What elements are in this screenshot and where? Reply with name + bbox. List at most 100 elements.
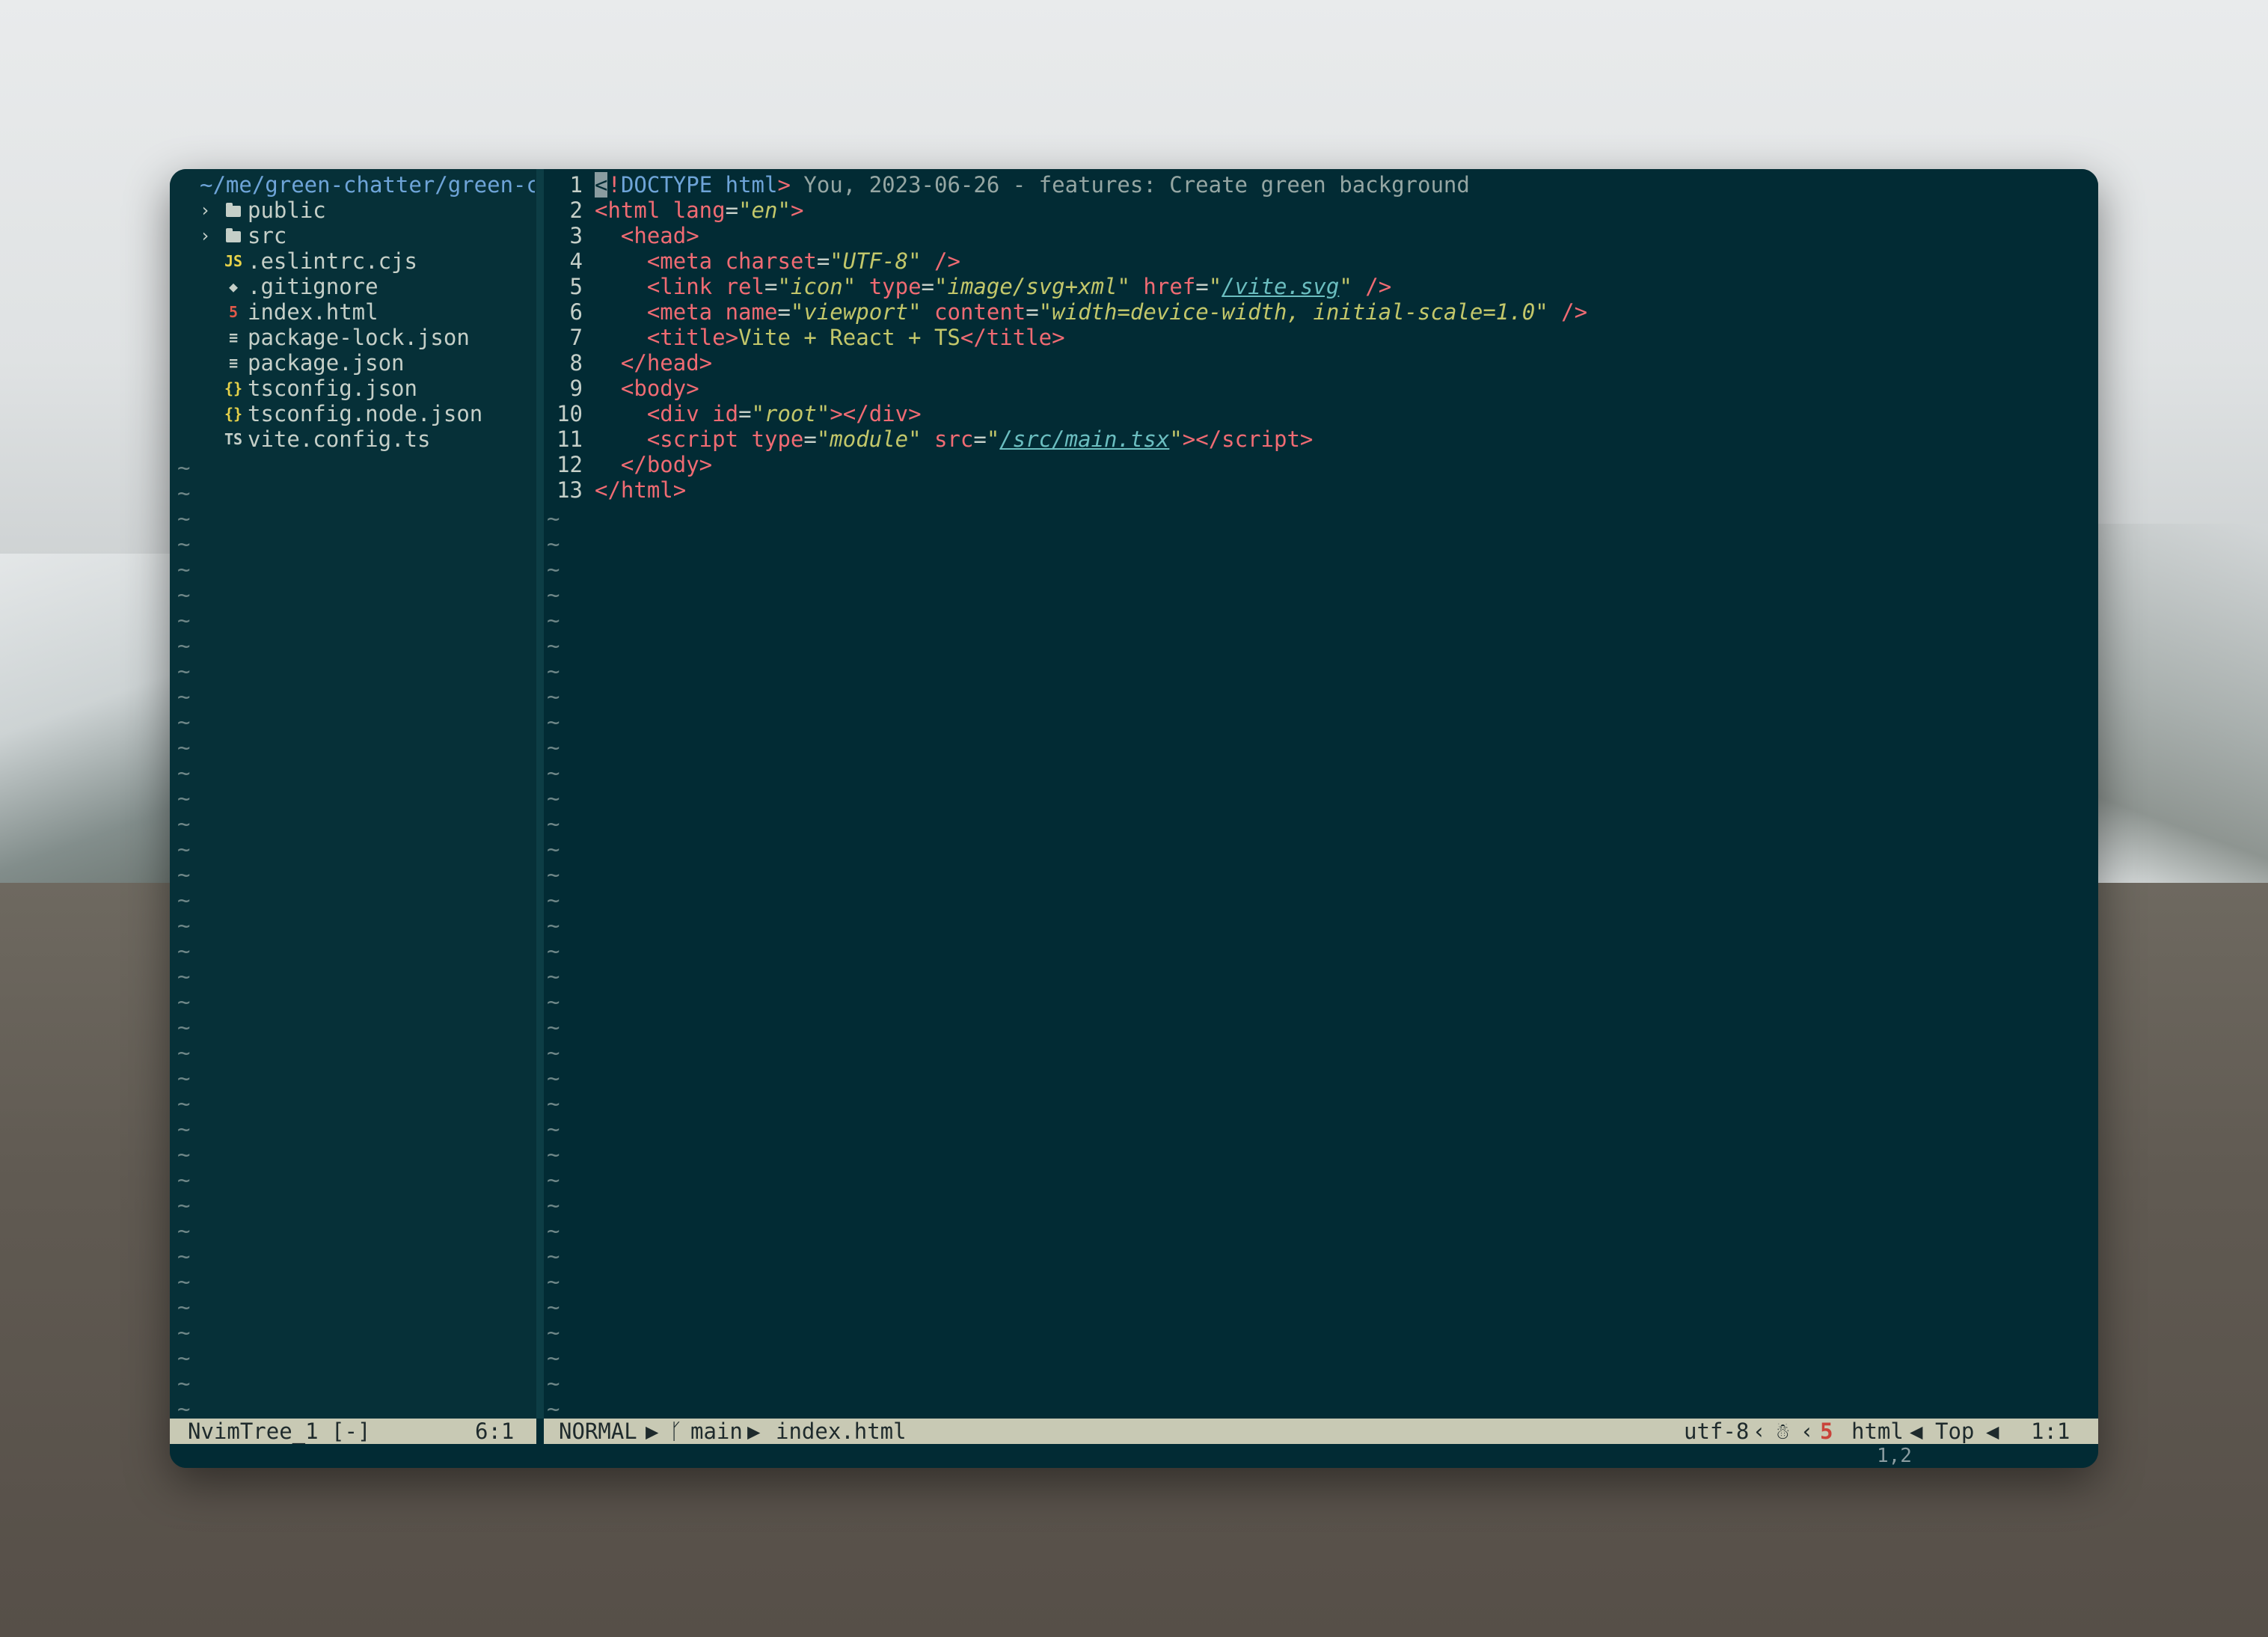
empty-line-marker: ~ — [547, 887, 560, 913]
line-number: 7 — [569, 325, 583, 350]
empty-line-marker: ~ — [177, 582, 191, 608]
empty-line-marker: ~ — [177, 455, 191, 480]
status-divider — [536, 1419, 544, 1444]
code-line-11[interactable]: <script type="module" src="/src/main.tsx… — [595, 426, 1314, 452]
empty-line-marker: ~ — [547, 506, 560, 531]
empty-line-marker: ~ — [177, 608, 191, 633]
chevron-right-icon: › — [200, 200, 211, 221]
code-line-1[interactable]: <!DOCTYPE html> You, 2023-06-26 - featur… — [595, 172, 1470, 198]
empty-line-marker: ~ — [177, 480, 191, 506]
command-line[interactable]: 1,2 — [170, 1444, 2098, 1468]
folder-icon — [222, 198, 245, 223]
empty-line-marker: ~ — [177, 1294, 191, 1320]
code-line-3[interactable]: <head> — [595, 223, 699, 248]
empty-line-marker: ~ — [547, 1116, 560, 1142]
empty-line-marker: ~ — [177, 557, 191, 582]
empty-line-marker: ~ — [177, 862, 191, 887]
json-file-icon: {} — [224, 379, 243, 397]
empty-line-marker: ~ — [177, 1142, 191, 1167]
line-number: 8 — [569, 350, 583, 376]
empty-line-marker: ~ — [177, 1167, 191, 1193]
chevron-right-icon: ▶ — [646, 1419, 659, 1444]
empty-line-marker: ~ — [547, 735, 560, 760]
file-tree-pane: ~/me/green-chatter/green-cha › public › … — [170, 169, 536, 1422]
code-line-10[interactable]: <div id="root"></div> — [595, 401, 922, 426]
line-number: 9 — [569, 376, 583, 401]
empty-line-marker: ~ — [547, 582, 560, 608]
empty-line-marker: ~ — [177, 1116, 191, 1142]
empty-line-marker: ~ — [547, 1167, 560, 1193]
empty-line-marker: ~ — [177, 1396, 191, 1422]
tree-root-path[interactable]: ~/me/green-chatter/green-cha — [200, 172, 535, 198]
empty-line-marker: ~ — [547, 1294, 560, 1320]
html5-icon: 5 — [1820, 1419, 1833, 1444]
tree-buffer-name: NvimTree_1 [-] — [188, 1419, 371, 1444]
empty-line-marker: ~ — [547, 964, 560, 989]
empty-line-marker: ~ — [177, 506, 191, 531]
empty-line-marker: ~ — [177, 938, 191, 964]
chevron-left-icon: ‹ — [1800, 1419, 1814, 1444]
line-number: 13 — [557, 477, 583, 503]
git-blame-annotation: You, 2023-06-26 - features: Create green… — [803, 172, 1470, 198]
empty-line-marker: ~ — [547, 658, 560, 684]
ruler: 1,2 — [1877, 1445, 1912, 1467]
code-line-8[interactable]: </head> — [595, 350, 712, 376]
code-line-12[interactable]: </body> — [595, 452, 712, 477]
html5-file-icon: 5 — [228, 303, 239, 321]
empty-line-marker: ~ — [547, 709, 560, 735]
folder-icon — [222, 223, 245, 248]
line-number: 11 — [557, 426, 583, 452]
line-number: 4 — [569, 248, 583, 274]
code-line-9[interactable]: <body> — [595, 376, 699, 401]
file-name: index.html — [776, 1419, 907, 1444]
code-line-2[interactable]: <html lang="en"> — [595, 198, 803, 223]
npm-file-icon: ≡ — [228, 354, 239, 372]
file-encoding: utf-8 — [1684, 1419, 1750, 1444]
line-number: 5 — [569, 274, 583, 299]
empty-line-marker: ~ — [177, 1091, 191, 1116]
line-number: 10 — [557, 401, 583, 426]
empty-line-marker: ~ — [547, 786, 560, 811]
empty-line-marker: ~ — [177, 633, 191, 658]
empty-line-marker: ~ — [177, 1320, 191, 1345]
empty-line-marker: ~ — [547, 1040, 560, 1065]
chevron-left-icon: ◀ — [1986, 1419, 1999, 1444]
empty-line-marker: ~ — [177, 1345, 191, 1371]
line-number: 6 — [569, 299, 583, 325]
editor-pane[interactable]: 1 2 3 4 5 6 7 8 9 10 11 12 13 <!DOCTYPE html> You, 2… — [544, 169, 2098, 1422]
empty-line-marker: ~ — [177, 1040, 191, 1065]
file-type: html — [1851, 1419, 1904, 1444]
empty-line-marker: ~ — [547, 1091, 560, 1116]
empty-line-marker: ~ — [177, 964, 191, 989]
empty-line-marker: ~ — [177, 786, 191, 811]
window-split-divider[interactable] — [536, 169, 544, 1419]
empty-line-marker: ~ — [547, 811, 560, 836]
line-number: 12 — [557, 452, 583, 477]
code-line-7[interactable]: <title>Vite + React + TS</title> — [595, 325, 1065, 350]
empty-line-marker: ~ — [177, 1065, 191, 1091]
line-number: 2 — [569, 198, 583, 223]
empty-line-marker: ~ — [177, 760, 191, 786]
empty-line-marker: ~ — [547, 684, 560, 709]
code-line-5[interactable]: <link rel="icon" type="image/svg+xml" hr… — [595, 274, 1391, 299]
empty-line-marker: ~ — [177, 989, 191, 1015]
empty-line-marker: ~ — [177, 684, 191, 709]
line-number: 1 — [569, 172, 583, 198]
linux-penguin-icon: ☃ — [1777, 1419, 1790, 1444]
empty-line-marker: ~ — [547, 608, 560, 633]
code-line-13[interactable]: </html> — [595, 477, 686, 503]
empty-line-marker: ~ — [547, 1015, 560, 1040]
empty-line-marker: ~ — [547, 1345, 560, 1371]
empty-line-marker: ~ — [547, 1142, 560, 1167]
empty-line-marker: ~ — [177, 1269, 191, 1294]
empty-line-marker: ~ — [547, 836, 560, 862]
npm-file-icon: ≡ — [228, 328, 239, 346]
empty-line-marker: ~ — [177, 1218, 191, 1243]
empty-line-marker: ~ — [177, 658, 191, 684]
empty-line-marker: ~ — [547, 760, 560, 786]
empty-line-marker: ~ — [177, 1243, 191, 1269]
empty-line-marker: ~ — [547, 989, 560, 1015]
empty-line-marker: ~ — [547, 913, 560, 938]
code-line-6[interactable]: <meta name="viewport" content="width=dev… — [595, 299, 1587, 325]
code-line-4[interactable]: <meta charset="UTF-8" /> — [595, 248, 960, 274]
